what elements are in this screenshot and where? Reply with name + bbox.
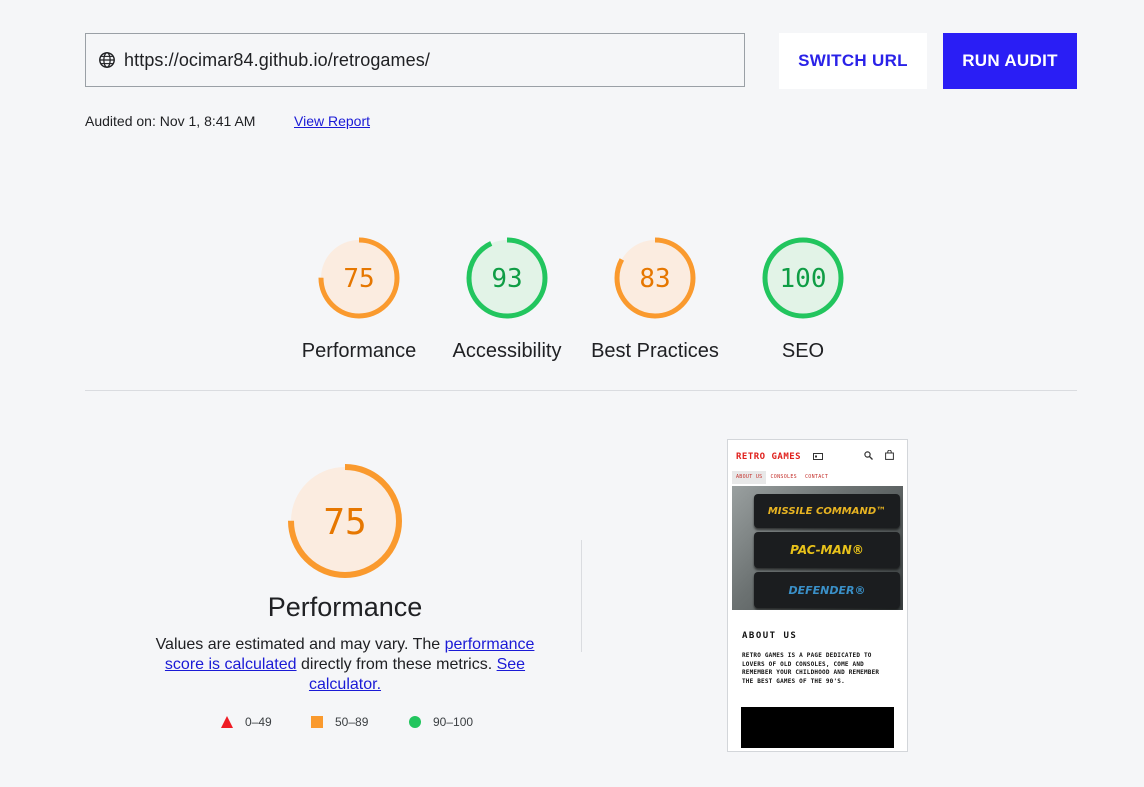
score-ring: 93: [466, 237, 548, 319]
performance-score-gauge: 75: [288, 464, 402, 578]
gauge-label: Accessibility: [452, 340, 562, 362]
preview-nav-item: CONTACT: [804, 474, 829, 480]
score-value: 100: [780, 264, 827, 294]
cartridge: DEFENDER®: [754, 572, 900, 608]
performance-title: Performance: [267, 592, 423, 622]
legend-average: 50–89: [311, 715, 368, 729]
globe-icon: [99, 52, 115, 68]
preview-nav-item: ABOUT US: [732, 471, 767, 484]
view-report-link[interactable]: View Report: [294, 113, 370, 129]
score-ring: 83: [614, 237, 696, 319]
preview-nav: ABOUT US CONSOLES CONTACT: [732, 471, 832, 484]
score-value: 75: [323, 502, 366, 543]
square-icon: [311, 716, 323, 728]
gamepad-icon: [813, 453, 823, 460]
preview-nav-item: CONSOLES: [770, 474, 797, 480]
preview-header: RETRO GAMES: [728, 440, 907, 470]
gauge-performance[interactable]: 75 Performance: [289, 236, 429, 363]
gauge-label: Performance: [301, 340, 417, 362]
cartridge: PAC-MAN®: [754, 532, 900, 568]
gauge-accessibility[interactable]: 93 Accessibility: [437, 236, 577, 363]
desc-text: directly from these metrics.: [296, 656, 497, 673]
score-value: 83: [639, 264, 670, 294]
gauge-label: SEO: [781, 340, 825, 362]
gauge-best-practices[interactable]: 83 Best Practices: [585, 236, 725, 363]
final-screenshot-preview[interactable]: RETRO GAMES ABOUT US CONSOLES CONTACT MI…: [727, 439, 908, 752]
url-input[interactable]: https://ocimar84.github.io/retrogames/: [85, 33, 745, 87]
preview-hero-image: MISSILE COMMAND™ PAC-MAN® DEFENDER®: [732, 486, 903, 610]
bag-icon: [885, 450, 894, 460]
legend-fail: 0–49: [221, 715, 272, 729]
switch-url-button[interactable]: SWITCH URL: [779, 33, 927, 89]
legend-label: 50–89: [335, 715, 369, 729]
audited-on-text: Audited on: Nov 1, 8:41 AM: [85, 113, 256, 129]
preview-about-title: ABOUT US: [742, 631, 798, 641]
url-value: https://ocimar84.github.io/retrogames/: [124, 49, 430, 70]
preview-about-text: RETRO GAMES IS A PAGE DEDICATED TO LOVER…: [742, 652, 880, 685]
legend-label: 0–49: [245, 715, 272, 729]
cartridge: MISSILE COMMAND™: [754, 494, 900, 528]
score-ring: 75: [318, 237, 400, 319]
desc-text: Values are estimated and may vary. The: [155, 636, 445, 653]
search-icon: [864, 451, 873, 460]
legend-label: 90–100: [433, 715, 474, 729]
section-divider: [85, 390, 1077, 391]
gauge-seo[interactable]: 100 SEO: [733, 236, 873, 363]
triangle-icon: [221, 716, 233, 728]
score-ring: 100: [762, 237, 844, 319]
score-value: 75: [343, 264, 374, 294]
run-audit-button[interactable]: RUN AUDIT: [943, 33, 1077, 89]
preview-video-block: [741, 707, 894, 748]
vertical-divider: [581, 540, 582, 652]
gauge-label: Best Practices: [591, 340, 719, 362]
preview-brand: RETRO GAMES: [736, 452, 802, 462]
score-value: 93: [491, 264, 522, 294]
circle-icon: [409, 716, 421, 728]
performance-description: Values are estimated and may vary. The p…: [150, 635, 540, 695]
legend-pass: 90–100: [409, 715, 473, 729]
